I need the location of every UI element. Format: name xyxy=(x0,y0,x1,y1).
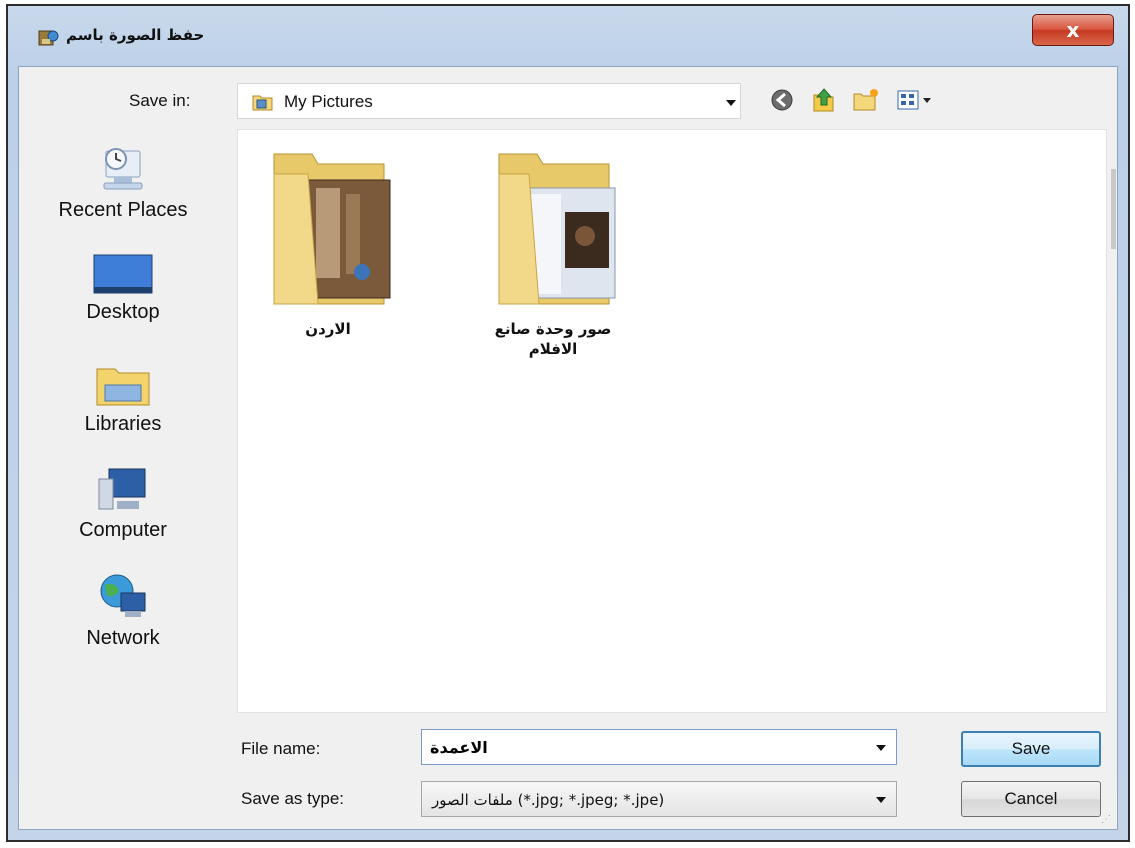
chevron-down-icon xyxy=(726,100,736,106)
chevron-down-icon xyxy=(876,797,886,803)
places-bar: Recent Places Desktop Libraries Computer… xyxy=(19,129,227,729)
save-as-dialog: حفظ الصورة باسم x Save in: My Pictures R… xyxy=(6,4,1130,842)
file-list: الاردن صور وحدة صانع الافلام xyxy=(237,129,1107,713)
chevron-down-icon[interactable] xyxy=(876,745,886,751)
close-button[interactable]: x xyxy=(1032,14,1114,46)
file-name-input[interactable] xyxy=(424,732,876,762)
desktop-icon xyxy=(93,254,153,294)
save-in-dropdown[interactable]: My Pictures xyxy=(237,83,741,119)
resize-grip-icon[interactable]: ⋰ xyxy=(1101,814,1111,825)
computer-icon xyxy=(98,468,146,510)
recent-places-icon xyxy=(103,148,143,190)
back-icon[interactable] xyxy=(767,85,797,115)
file-name-field[interactable] xyxy=(421,729,897,765)
save-as-type-select[interactable]: ملفات الصور (*.jpg; *.jpeg; *.jpe) xyxy=(421,781,897,817)
save-in-value: My Pictures xyxy=(284,92,373,111)
place-label: Computer xyxy=(79,519,167,541)
folder-name: صور وحدة صانع الافلام xyxy=(494,320,612,358)
app-icon xyxy=(38,30,59,46)
place-label: Network xyxy=(86,627,160,649)
libraries-icon xyxy=(96,368,150,406)
dialog-body: Save in: My Pictures Recent Places Deskt… xyxy=(18,66,1118,830)
window-title: حفظ الصورة باسم xyxy=(66,26,205,44)
folder-item[interactable]: الاردن xyxy=(258,144,398,339)
up-folder-icon[interactable] xyxy=(809,85,839,115)
network-icon xyxy=(100,574,146,617)
place-label: Desktop xyxy=(86,301,160,323)
place-computer[interactable]: Computer xyxy=(19,465,227,542)
save-as-type-label: Save as type: xyxy=(241,789,345,808)
place-desktop[interactable]: Desktop xyxy=(19,253,227,324)
place-network[interactable]: Network xyxy=(19,571,227,650)
new-folder-icon[interactable] xyxy=(851,85,881,115)
folder-item[interactable]: صور وحدة صانع الافلام xyxy=(468,144,638,359)
scrollbar-thumb[interactable] xyxy=(1111,169,1116,249)
place-label: Recent Places xyxy=(58,199,188,221)
scrollbar[interactable] xyxy=(1109,129,1117,713)
folder-name: الاردن xyxy=(305,320,351,338)
view-menu-icon[interactable] xyxy=(895,85,941,115)
pictures-folder-icon xyxy=(252,95,273,111)
file-name-label: File name: xyxy=(241,739,321,758)
save-as-type-value: ملفات الصور (*.jpg; *.jpeg; *.jpe) xyxy=(432,791,665,809)
cancel-button[interactable]: Cancel xyxy=(961,781,1101,817)
folder-icon xyxy=(498,153,616,305)
title-bar[interactable]: حفظ الصورة باسم x xyxy=(8,6,1128,66)
place-libraries[interactable]: Libraries xyxy=(19,361,227,436)
place-label: Libraries xyxy=(84,413,162,435)
save-in-label: Save in: xyxy=(129,91,191,110)
folder-icon xyxy=(273,153,391,305)
place-recent-places[interactable]: Recent Places xyxy=(19,143,227,222)
close-icon: x xyxy=(1066,18,1080,42)
save-button[interactable]: Save xyxy=(961,731,1101,767)
